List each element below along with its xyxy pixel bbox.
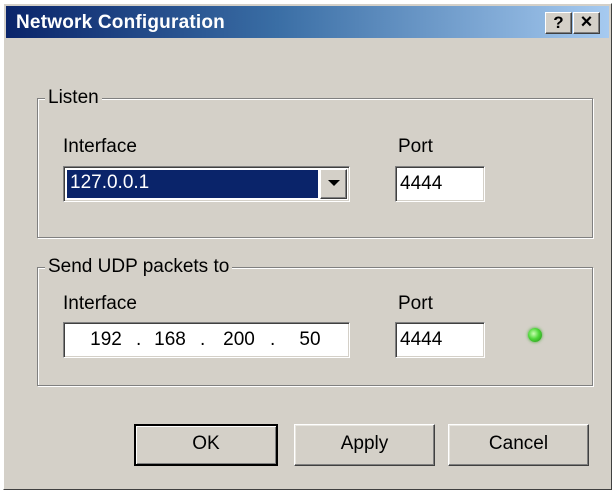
send-port-input[interactable]: 4444 — [395, 322, 485, 358]
send-interface-label: Interface — [63, 293, 137, 314]
ip-octet-4[interactable]: 50 — [290, 327, 330, 353]
status-led-icon — [528, 328, 542, 342]
ok-button[interactable]: OK — [134, 424, 278, 466]
ip-separator: . — [270, 329, 276, 350]
listen-port-label: Port — [398, 136, 433, 157]
combo-dropdown-button[interactable] — [320, 169, 347, 199]
cancel-button[interactable]: Cancel — [448, 424, 589, 466]
listen-interface-selected-value: 127.0.0.1 — [67, 170, 318, 198]
send-group-label: Send UDP packets to — [45, 256, 233, 278]
title-bar[interactable]: Network Configuration ? × — [6, 6, 609, 38]
window-title: Network Configuration — [16, 12, 225, 33]
ip-octet-1[interactable]: 192 — [86, 327, 126, 353]
help-button[interactable]: ? — [545, 12, 572, 34]
send-port-value: 4444 — [400, 329, 443, 350]
apply-button[interactable]: Apply — [294, 424, 435, 466]
listen-interface-label: Interface — [63, 136, 137, 157]
ip-separator: . — [200, 329, 206, 350]
close-button[interactable]: × — [573, 12, 600, 34]
ip-octet-3[interactable]: 200 — [219, 327, 259, 353]
listen-port-value: 4444 — [400, 173, 443, 194]
chevron-down-icon — [328, 180, 340, 186]
send-ip-address-input[interactable]: 192 . 168 . 200 . 50 — [63, 322, 350, 358]
ip-separator: . — [136, 329, 142, 350]
listen-port-input[interactable]: 4444 — [395, 166, 485, 202]
ip-octet-2[interactable]: 168 — [150, 327, 190, 353]
network-configuration-dialog: Network Configuration ? × Listen Interfa… — [3, 3, 612, 490]
listen-group-label: Listen — [45, 87, 102, 109]
listen-interface-combobox[interactable]: 127.0.0.1 — [63, 166, 350, 202]
send-port-label: Port — [398, 293, 433, 314]
